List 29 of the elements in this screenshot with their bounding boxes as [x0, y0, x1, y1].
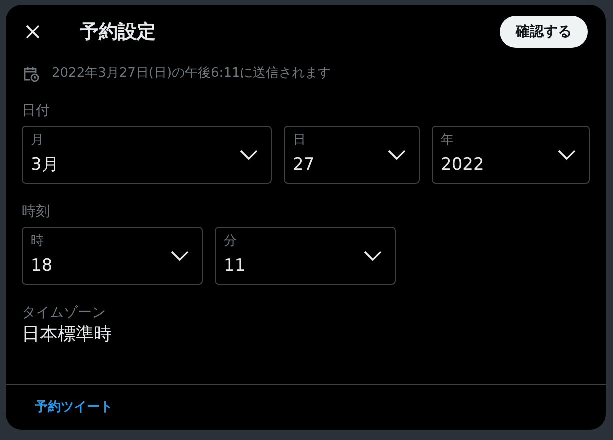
select-value: 2022 — [441, 154, 484, 176]
select-label: 日 — [293, 132, 307, 148]
select-value: 27 — [293, 154, 315, 176]
select-value: 18 — [31, 254, 53, 278]
dialog-title: 予約設定 — [80, 20, 156, 45]
select-value: 3月 — [31, 154, 59, 176]
schedule-notice: 2022年3月27日(日)の午後6:11に送信されます — [52, 65, 332, 83]
dropdown-select[interactable]: 年 2022 — [432, 126, 590, 184]
chevron-down-icon — [239, 148, 259, 160]
select-label: 月 — [31, 132, 45, 148]
scheduled-tweets-link[interactable]: 予約ツイート — [35, 398, 113, 418]
section-label: 時刻 — [22, 202, 51, 222]
calendar-clock-icon — [22, 64, 40, 83]
timezone-label: タイムゾーン — [22, 304, 107, 322]
section-label: 日付 — [22, 102, 51, 120]
chevron-down-icon — [557, 148, 577, 160]
dropdown-select[interactable]: 時 18 — [22, 226, 203, 284]
dropdown-select[interactable]: 日 27 — [284, 126, 420, 184]
chevron-down-icon — [387, 148, 407, 160]
chevron-down-icon — [363, 250, 383, 262]
select-label: 時 — [31, 234, 45, 250]
dropdown-select[interactable]: 月 3月 — [22, 126, 272, 184]
confirm-button[interactable]: 確認する — [500, 16, 588, 48]
select-value: 11 — [224, 254, 246, 278]
select-label: 分 — [224, 234, 238, 250]
timezone-value: 日本標準時 — [22, 322, 113, 346]
dropdown-select[interactable]: 分 11 — [215, 226, 396, 284]
chevron-down-icon — [170, 250, 190, 262]
select-label: 年 — [441, 132, 455, 148]
